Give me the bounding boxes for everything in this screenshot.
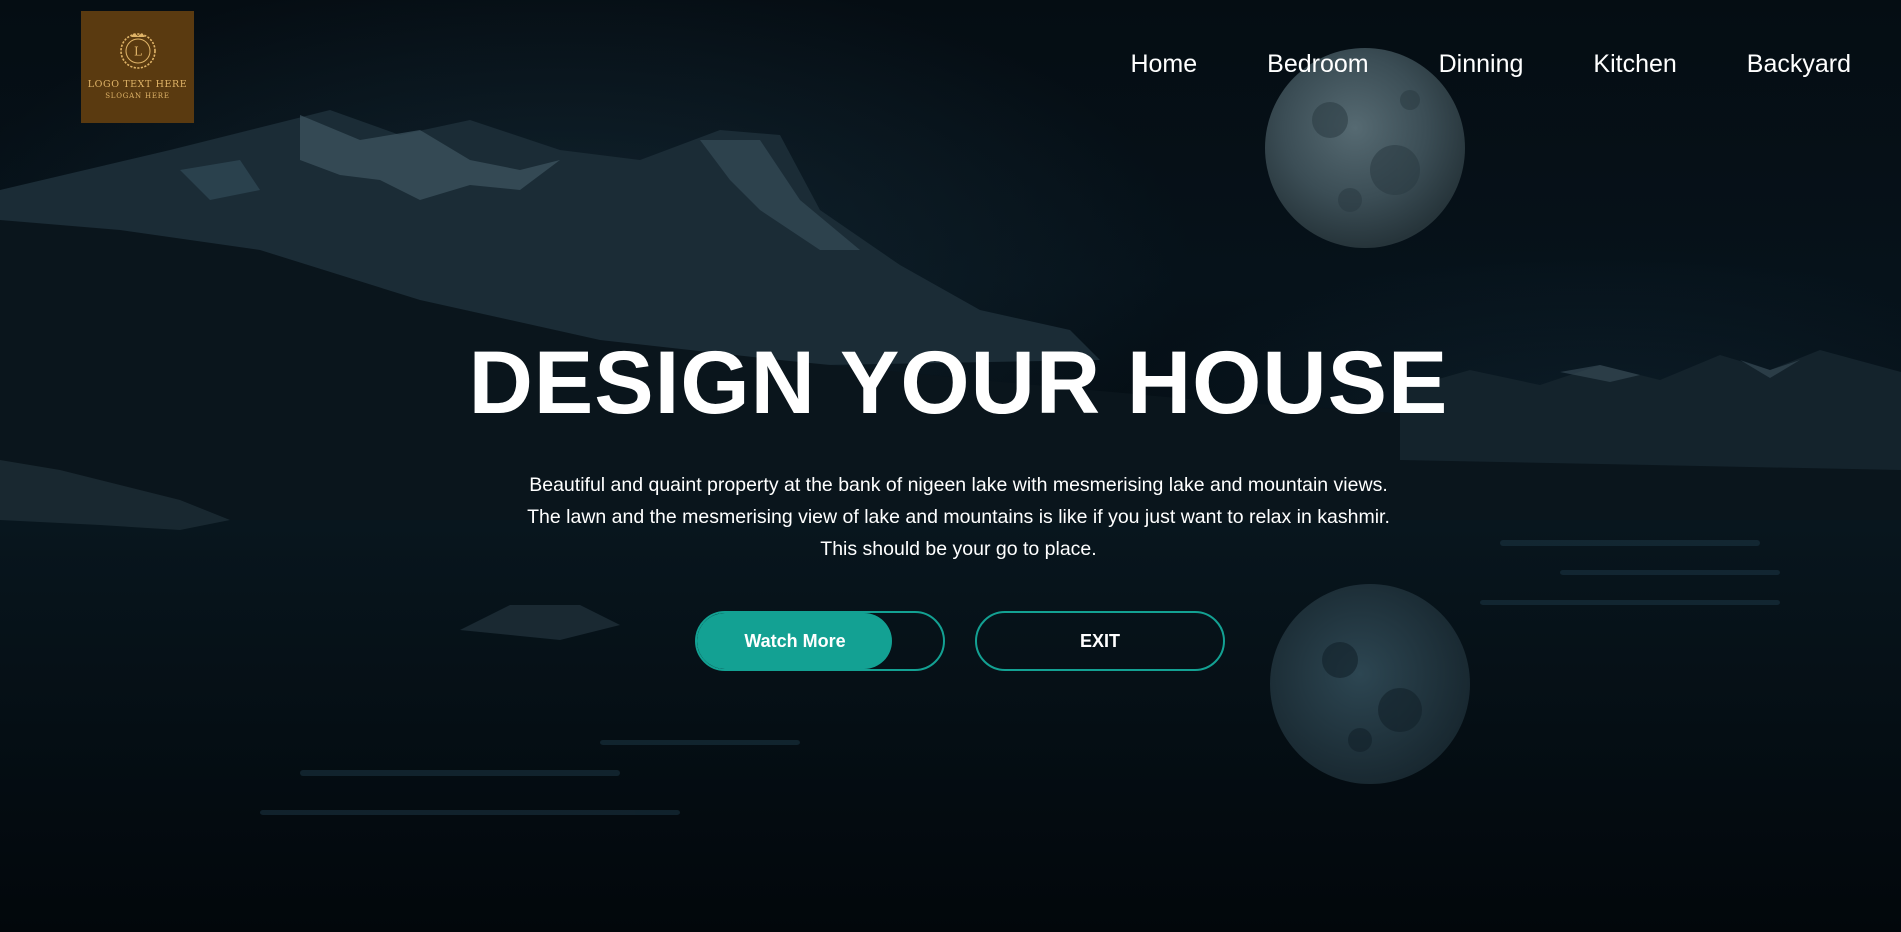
hero-section: L LOGO TEXT HERE SLOGAN HERE Home Bedroo… [0, 0, 1901, 932]
nav-kitchen[interactable]: Kitchen [1593, 50, 1676, 79]
nav-backyard[interactable]: Backyard [1747, 50, 1851, 79]
hero-description-line: Beautiful and quaint property at the ban… [529, 474, 1388, 496]
hero-description: Beautiful and quaint property at the ban… [0, 469, 1901, 565]
hero-description-line: The lawn and the mesmerising view of lak… [527, 506, 1390, 528]
logo-slogan: SLOGAN HERE [105, 92, 170, 100]
hero-description-line: This should be your go to place. [820, 538, 1097, 560]
logo[interactable]: L LOGO TEXT HERE SLOGAN HERE [81, 11, 194, 123]
logo-text: LOGO TEXT HERE [87, 79, 188, 90]
moon-reflection [1270, 584, 1470, 784]
exit-label: EXIT [1079, 630, 1120, 651]
svg-text:L: L [134, 45, 142, 59]
hero-title: DESIGN YOUR HOUSE [468, 332, 1449, 432]
laurel-emblem-icon: L [119, 33, 156, 69]
watch-more-label: Watch More [744, 630, 846, 651]
nav-home[interactable]: Home [1130, 50, 1197, 79]
background-landscape [0, 48, 1901, 932]
nav-bedroom[interactable]: Bedroom [1267, 50, 1368, 79]
nav-dinning[interactable]: Dinning [1439, 50, 1524, 79]
watch-more-button[interactable]: Watch More [695, 611, 945, 671]
exit-button[interactable]: EXIT [975, 611, 1225, 671]
main-nav: Home Bedroom Dinning Kitchen Backyard [1130, 50, 1851, 79]
